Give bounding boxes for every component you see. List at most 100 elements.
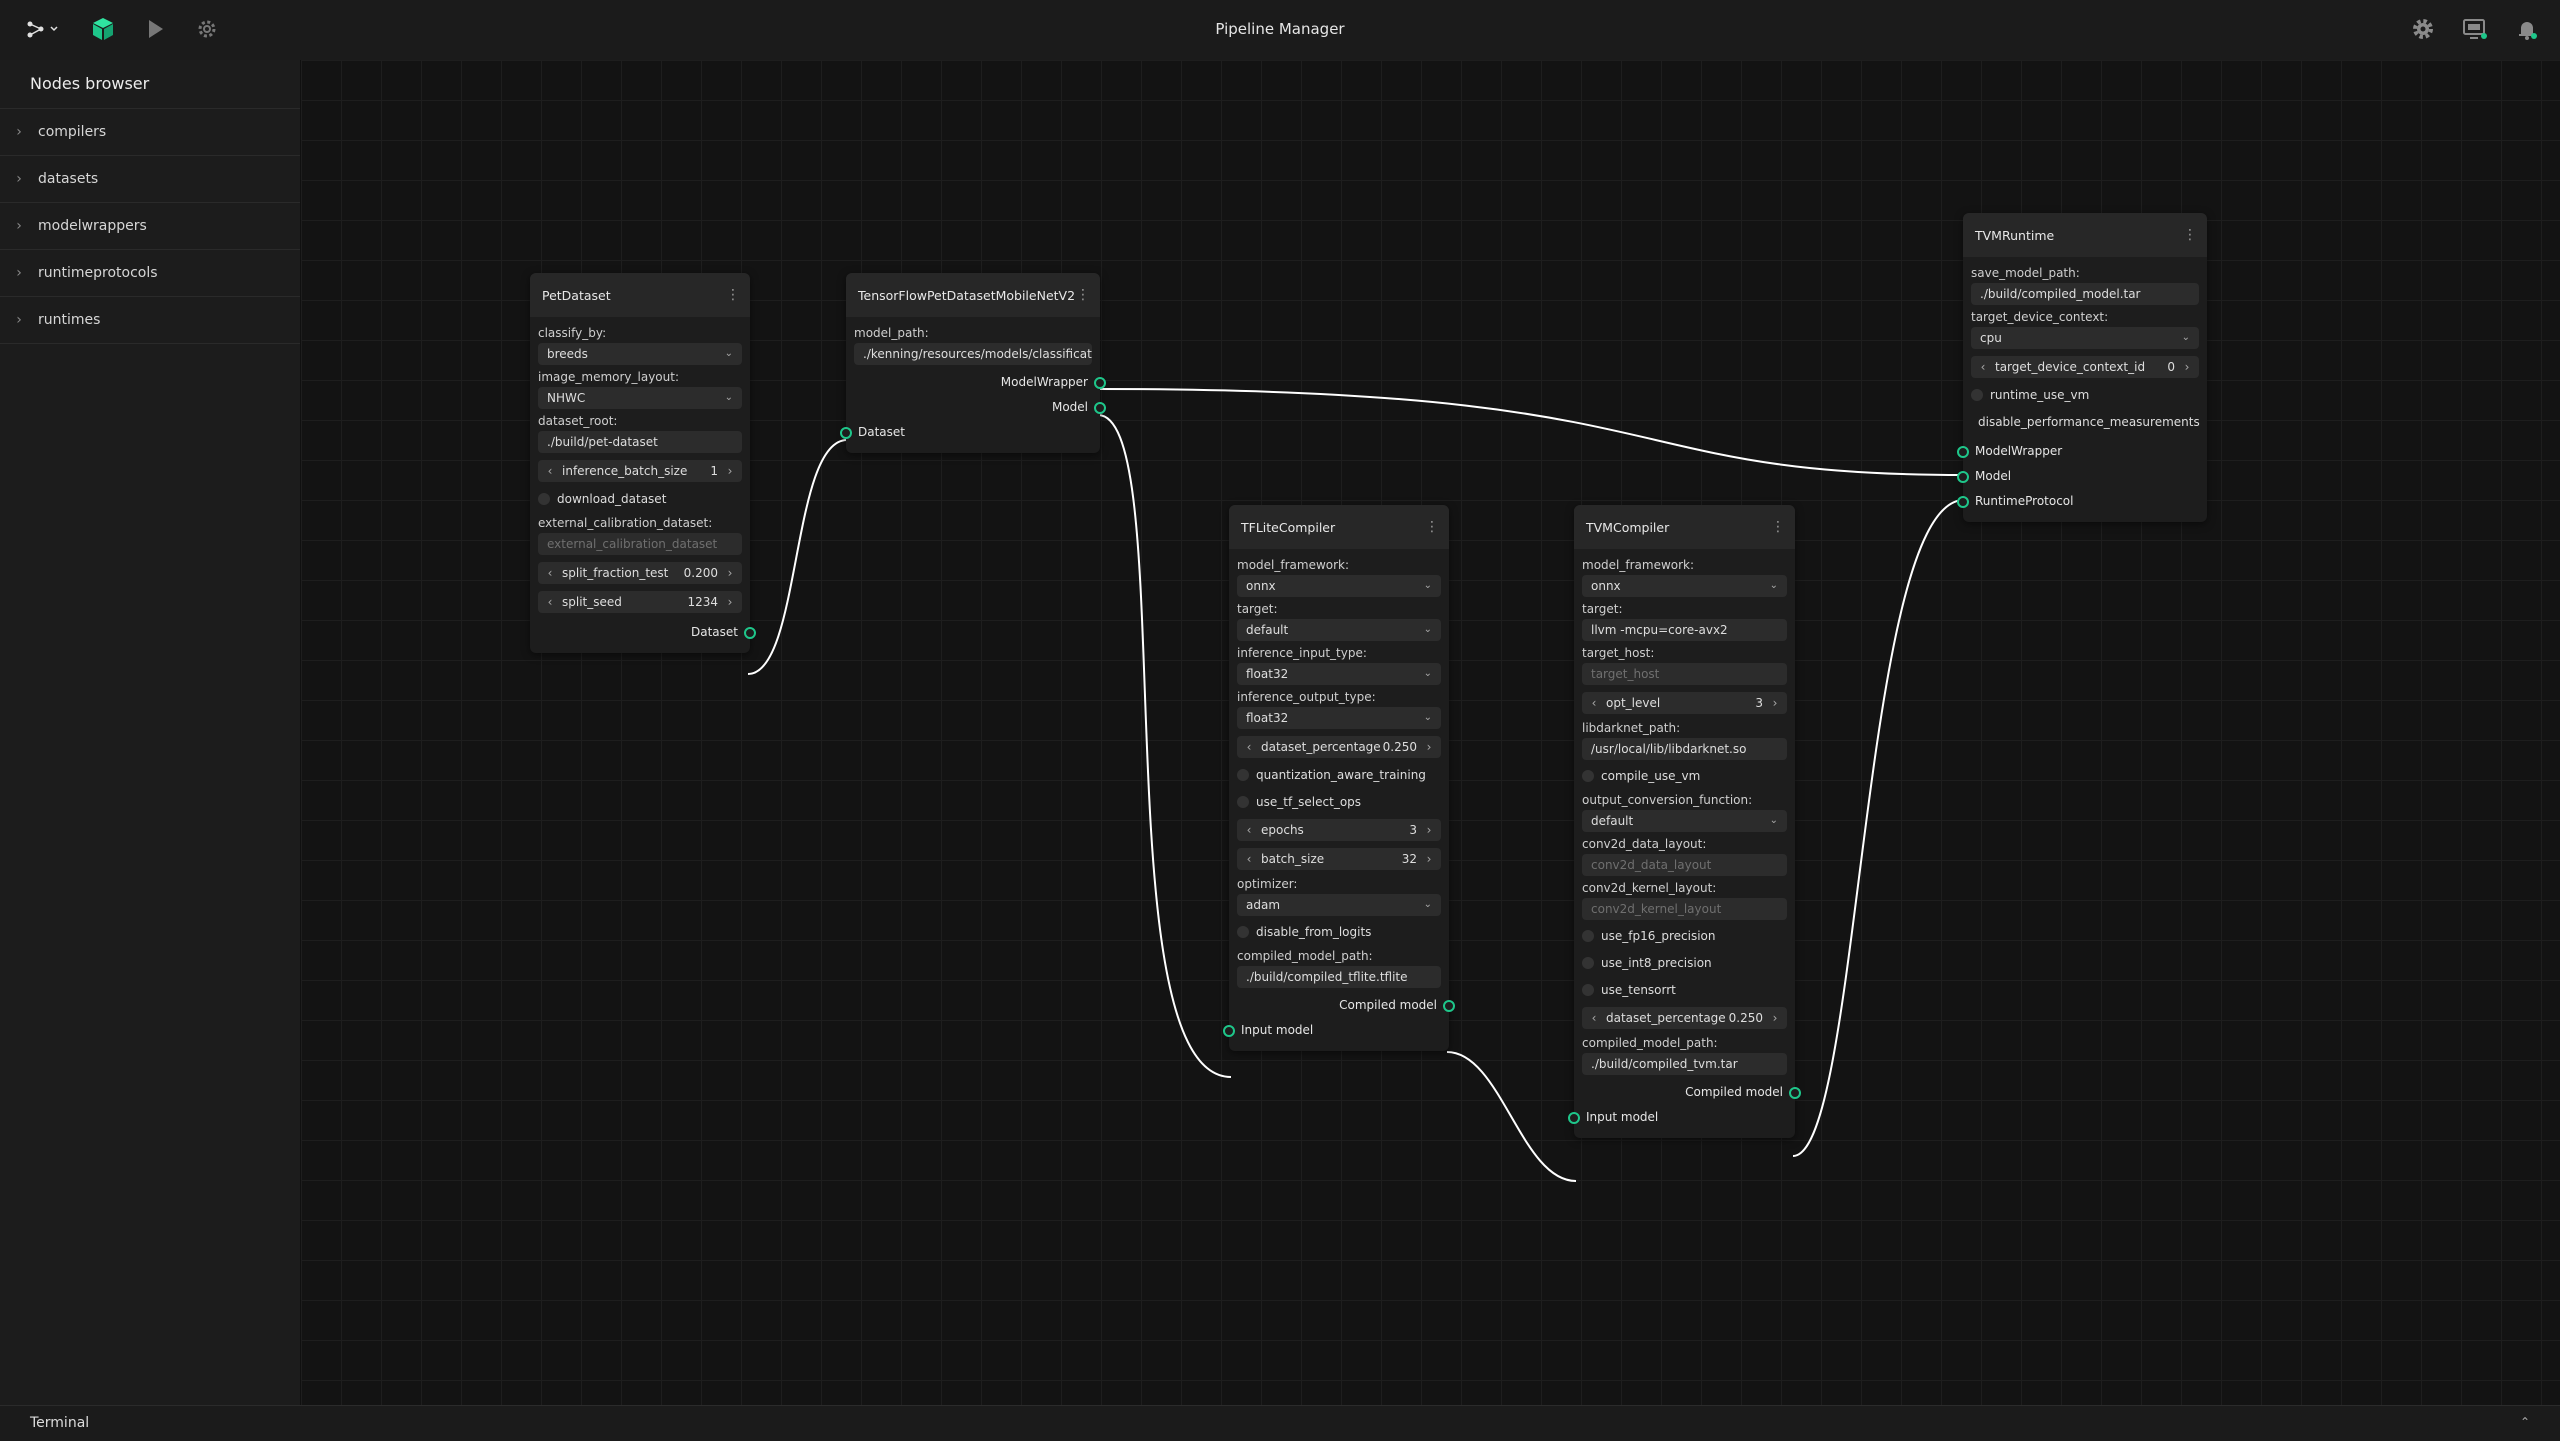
output-port[interactable] <box>1094 402 1106 414</box>
checkbox-icon[interactable] <box>1237 769 1249 781</box>
node-tvm-compiler[interactable]: TVMCompiler ⋮ model_framework: onnx ⌄ tar… <box>1568 505 1801 1138</box>
disable-from-logits-checkbox[interactable]: disable_from_logits <box>1237 922 1441 942</box>
conv2d-data-layout-input[interactable]: conv2d_data_layout <box>1582 854 1787 876</box>
connection-modelwrapper[interactable] <box>1097 388 1965 476</box>
batch-size-stepper[interactable]: ‹ batch_size 32 › <box>1237 848 1441 870</box>
split-fraction-test-stepper[interactable]: ‹ split_fraction_test 0.200 › <box>538 562 742 584</box>
node-header[interactable]: TVMCompiler ⋮ <box>1574 505 1795 549</box>
use-int8-precision-checkbox[interactable]: use_int8_precision <box>1582 953 1787 973</box>
classify-by-select[interactable]: breeds ⌄ <box>538 343 742 365</box>
chevron-left-icon[interactable]: ‹ <box>1977 356 1989 378</box>
checkbox-icon[interactable] <box>1971 389 1983 401</box>
optimizer-select[interactable]: adam ⌄ <box>1237 894 1441 916</box>
input-port[interactable] <box>840 427 852 439</box>
more-vertical-icon[interactable]: ⋮ <box>1771 519 1785 535</box>
notifications-button[interactable] <box>2512 14 2542 44</box>
model-framework-select[interactable]: onnx ⌄ <box>1237 575 1441 597</box>
disable-performance-measurements-checkbox[interactable]: disable_performance_measurements <box>1971 412 2200 432</box>
libdarknet-path-input[interactable]: /usr/local/lib/libdarknet.so <box>1582 738 1787 760</box>
model-path-input[interactable]: ./kenning/resources/models/classificatic <box>854 343 1092 365</box>
chevron-right-icon[interactable]: › <box>724 562 736 584</box>
chevron-right-icon[interactable]: › <box>1423 736 1435 758</box>
terminal-panel[interactable]: Terminal ⌃ <box>0 1405 2560 1441</box>
more-vertical-icon[interactable]: ⋮ <box>1076 287 1090 303</box>
chevron-right-icon[interactable]: › <box>724 460 736 482</box>
runtime-use-vm-checkbox[interactable]: runtime_use_vm <box>1971 385 2199 405</box>
checkbox-icon[interactable] <box>1582 984 1594 996</box>
image-memory-layout-select[interactable]: NHWC ⌄ <box>538 387 742 409</box>
use-fp16-precision-checkbox[interactable]: use_fp16_precision <box>1582 926 1787 946</box>
node-tensorflow-model[interactable]: TensorFlowPetDatasetMobileNetV2 ⋮ model_… <box>840 273 1106 453</box>
use-tensorrt-checkbox[interactable]: use_tensorrt <box>1582 980 1787 1000</box>
chevron-left-icon[interactable]: ‹ <box>1588 692 1600 714</box>
connection-tvm-runtime[interactable] <box>1792 499 1965 1157</box>
checkbox-icon[interactable] <box>538 493 550 505</box>
node-header[interactable]: TVMRuntime ⋮ <box>1963 213 2207 257</box>
input-port[interactable] <box>1957 496 1969 508</box>
inference-batch-size-stepper[interactable]: ‹ inference_batch_size 1 › <box>538 460 742 482</box>
chevron-right-icon[interactable]: › <box>1769 692 1781 714</box>
more-vertical-icon[interactable]: ⋮ <box>2183 227 2197 243</box>
chevron-right-icon[interactable]: › <box>1423 848 1435 870</box>
chevron-left-icon[interactable]: ‹ <box>544 562 556 584</box>
chevron-left-icon[interactable]: ‹ <box>1243 736 1255 758</box>
chevron-up-icon[interactable]: ⌃ <box>2520 1415 2530 1429</box>
sidebar-item-runtimeprotocols[interactable]: › runtimeprotocols <box>0 250 300 297</box>
checkbox-icon[interactable] <box>1582 930 1594 942</box>
node-header[interactable]: TFLiteCompiler ⋮ <box>1229 505 1449 549</box>
chevron-left-icon[interactable]: ‹ <box>544 591 556 613</box>
dataset-percentage-stepper[interactable]: ‹ dataset_percentage 0.250 › <box>1237 736 1441 758</box>
compile-use-vm-checkbox[interactable]: compile_use_vm <box>1582 766 1787 786</box>
use-tf-select-ops-checkbox[interactable]: use_tf_select_ops <box>1237 792 1441 812</box>
chevron-right-icon[interactable]: › <box>2181 356 2193 378</box>
checkbox-icon[interactable] <box>1582 957 1594 969</box>
opt-level-stepper[interactable]: ‹ opt_level 3 › <box>1582 692 1787 714</box>
input-port[interactable] <box>1223 1025 1235 1037</box>
checkbox-icon[interactable] <box>1237 796 1249 808</box>
sidebar-item-modelwrappers[interactable]: › modelwrappers <box>0 203 300 250</box>
split-seed-stepper[interactable]: ‹ split_seed 1234 › <box>538 591 742 613</box>
save-model-path-input[interactable]: ./build/compiled_model.tar <box>1971 283 2199 305</box>
target-select[interactable]: default ⌄ <box>1237 619 1441 641</box>
connection-tflite-tvm[interactable] <box>1446 1051 1577 1182</box>
connection-model-tflite[interactable] <box>1097 414 1232 1078</box>
more-vertical-icon[interactable]: ⋮ <box>726 287 740 303</box>
dataset-root-input[interactable]: ./build/pet-dataset <box>538 431 742 453</box>
settings-button[interactable] <box>2408 14 2438 44</box>
node-header[interactable]: TensorFlowPetDatasetMobileNetV2 ⋮ <box>846 273 1100 317</box>
model-framework-select[interactable]: onnx ⌄ <box>1582 575 1787 597</box>
checkbox-icon[interactable] <box>1582 770 1594 782</box>
compiled-model-path-input[interactable]: ./build/compiled_tflite.tflite <box>1237 966 1441 988</box>
connection-dataset[interactable] <box>747 439 848 675</box>
epochs-stepper[interactable]: ‹ epochs 3 › <box>1237 819 1441 841</box>
output-port[interactable] <box>1094 377 1106 389</box>
input-port[interactable] <box>1957 471 1969 483</box>
target-device-context-select[interactable]: cpu ⌄ <box>1971 327 2199 349</box>
backend-status-button[interactable] <box>2460 14 2490 44</box>
inference-output-type-select[interactable]: float32 ⌄ <box>1237 707 1441 729</box>
output-port[interactable] <box>1443 1000 1455 1012</box>
quantization-aware-training-checkbox[interactable]: quantization_aware_training <box>1237 765 1441 785</box>
node-tvm-runtime[interactable]: TVMRuntime ⋮ save_model_path: ./build/co… <box>1957 213 2207 522</box>
external-calibration-dataset-input[interactable]: external_calibration_dataset <box>538 533 742 555</box>
graph-editor-canvas[interactable]: PetDataset ⋮ classify_by: breeds ⌄ image_… <box>301 60 2560 1405</box>
dataset-percentage-stepper[interactable]: ‹ dataset_percentage 0.250 › <box>1582 1007 1787 1029</box>
node-header[interactable]: PetDataset ⋮ <box>530 273 750 317</box>
inference-input-type-select[interactable]: float32 ⌄ <box>1237 663 1441 685</box>
input-port[interactable] <box>1568 1112 1580 1124</box>
sidebar-item-compilers[interactable]: › compilers <box>0 109 300 156</box>
target-input[interactable]: llvm -mcpu=core-avx2 <box>1582 619 1787 641</box>
chevron-left-icon[interactable]: ‹ <box>1243 848 1255 870</box>
chevron-left-icon[interactable]: ‹ <box>544 460 556 482</box>
chevron-right-icon[interactable]: › <box>1769 1007 1781 1029</box>
target-device-context-id-stepper[interactable]: ‹ target_device_context_id 0 › <box>1971 356 2199 378</box>
output-port[interactable] <box>744 627 756 639</box>
output-conversion-function-select[interactable]: default ⌄ <box>1582 810 1787 832</box>
sidebar-item-runtimes[interactable]: › runtimes <box>0 297 300 344</box>
download-dataset-checkbox[interactable]: download_dataset <box>538 489 742 509</box>
node-petdataset[interactable]: PetDataset ⋮ classify_by: breeds ⌄ image_… <box>530 273 756 653</box>
input-port[interactable] <box>1957 446 1969 458</box>
compiled-model-path-input[interactable]: ./build/compiled_tvm.tar <box>1582 1053 1787 1075</box>
chevron-left-icon[interactable]: ‹ <box>1588 1007 1600 1029</box>
chevron-left-icon[interactable]: ‹ <box>1243 819 1255 841</box>
